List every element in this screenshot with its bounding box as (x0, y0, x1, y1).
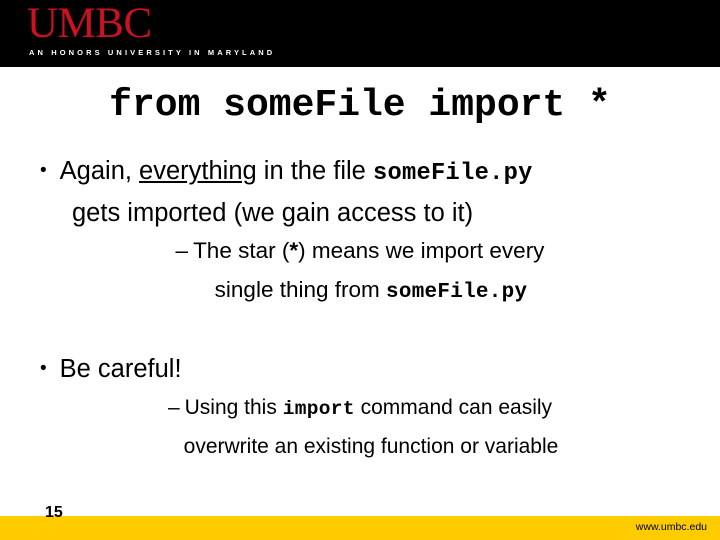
bullet-dot-icon: • (40, 358, 47, 379)
umbc-logo-tagline: AN HONORS UNIVERSITY IN MARYLAND (29, 48, 276, 57)
sub-bullet-1-text-b: ) means we import every (298, 238, 545, 263)
bullet-dot-icon: • (40, 160, 47, 181)
sub-bullet-1-line-1: – The star (*) means we import every (0, 232, 720, 271)
header-band: UMBC AN HONORS UNIVERSITY IN MARYLAND (0, 0, 720, 67)
bullet-item-2: • Be careful! – Using this import command … (0, 350, 720, 467)
bullet-item-1: • Again, everything in the file someFile.… (0, 152, 720, 312)
sub-bullet-2-line-2: overwrite an existing function or variab… (0, 428, 720, 467)
sub-bullet-1-line-2-text: single thing from (214, 276, 387, 302)
bullet-1-text-b: in the file (256, 157, 373, 185)
slide-title: from someFile import * (109, 84, 611, 127)
sub-bullet-2-line-1: – Using this import command can easily (0, 389, 720, 429)
sub-bullet-2-code: import (282, 397, 355, 420)
bullet-1-text-a: Again, (59, 157, 140, 185)
bullet-1-line-1: • Again, everything in the file someFile.… (0, 152, 720, 194)
slide: UMBC AN HONORS UNIVERSITY IN MARYLAND fr… (0, 0, 720, 540)
bullet-2-line-1: • Be careful! (0, 350, 720, 389)
sub-bullet-2-line-2-text: overwrite an existing function or variab… (183, 435, 559, 458)
footer-band (0, 516, 720, 540)
slide-body: • Again, everything in the file someFile.… (0, 152, 720, 467)
sub-bullet-2-text-b: command can easily (354, 395, 553, 419)
bullet-1-code: someFile.py (372, 160, 533, 187)
bullet-1-line-2-text: gets imported (we gain access to it) (72, 198, 474, 227)
umbc-logo-wordmark: UMBC (27, 0, 152, 47)
sub-bullet-2-text-a: Using this (184, 395, 283, 419)
sub-bullet-1-star: * (289, 238, 299, 263)
bullet-1-emphasis: everything (139, 157, 257, 185)
page-number: 15 (45, 504, 63, 521)
sub-bullet-dash-icon: – (175, 238, 189, 263)
site-url: www.umbc.edu (635, 521, 707, 533)
bullet-1-line-2: gets imported (we gain access to it) (0, 194, 720, 233)
sub-bullet-1-line-2: single thing from someFile.py (0, 271, 720, 313)
sub-bullet-1-text-a: The star ( (193, 238, 290, 263)
sub-bullet-1-code: someFile.py (386, 280, 528, 304)
sub-bullet-dash-icon: – (167, 395, 180, 419)
bullet-2-text: Be careful! (59, 355, 182, 383)
